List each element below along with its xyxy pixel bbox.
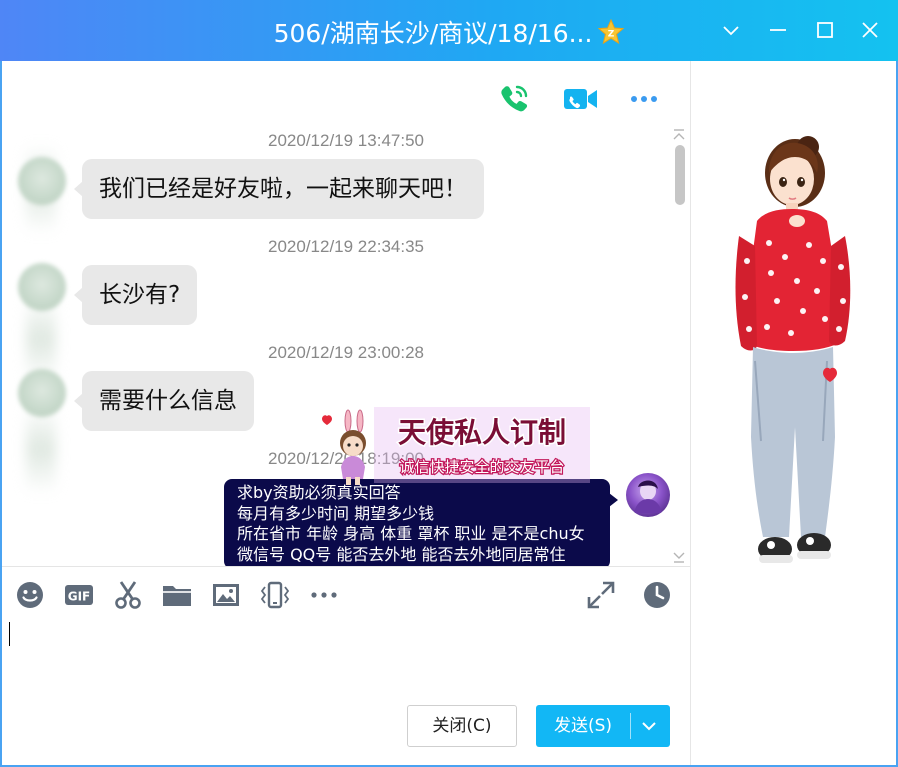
folder-icon[interactable] xyxy=(161,579,193,611)
message-input[interactable] xyxy=(2,617,690,699)
emoji-icon[interactable] xyxy=(14,579,46,611)
text-caret xyxy=(9,622,10,646)
send-button[interactable]: 发送(S) xyxy=(536,705,670,747)
image-icon[interactable] xyxy=(210,579,242,611)
scroll-down-icon[interactable] xyxy=(670,549,688,563)
message-bubble: 需要什么信息 xyxy=(74,371,254,431)
shake-window-icon[interactable] xyxy=(259,579,291,611)
more-options-icon[interactable] xyxy=(626,81,662,117)
scroll-up-icon[interactable] xyxy=(670,127,688,141)
dropdown-chevron-icon[interactable] xyxy=(719,18,743,42)
message-list[interactable]: 2020/12/19 13:47:50 我们已经是好友啦，一起来聊天吧！ 202… xyxy=(2,124,690,566)
self-avatar[interactable] xyxy=(626,473,670,517)
window-title: 506/湖南长沙/商议/18/16... Z xyxy=(0,14,898,50)
phone-call-icon[interactable] xyxy=(496,81,532,117)
star-badge-icon: Z xyxy=(598,18,625,45)
chat-panel: 2020/12/19 13:47:50 我们已经是好友啦，一起来聊天吧！ 202… xyxy=(2,61,690,765)
sent-message-line: 所在省市 年龄 身高 体重 罩杯 职业 是不是chu女 xyxy=(237,524,585,543)
avatar[interactable] xyxy=(18,157,66,205)
message-bubble: 长沙有? xyxy=(73,265,198,325)
message-bubble: 我们已经是好友啦，一起来聊天吧！ xyxy=(74,159,484,219)
profile-show-panel xyxy=(690,61,896,765)
maximize-icon[interactable] xyxy=(813,18,837,42)
ad-banner[interactable]: 天使私人订制 诚信快捷安全的交友平台 xyxy=(322,407,590,487)
send-button-label[interactable]: 发送(S) xyxy=(536,705,630,747)
message-timestamp: 2020/12/19 13:47:50 xyxy=(268,131,424,150)
send-button-separator xyxy=(630,713,631,739)
scrollbar-thumb[interactable] xyxy=(675,145,685,205)
svg-text:Z: Z xyxy=(608,30,615,40)
toolbar-divider xyxy=(2,566,690,567)
window-title-text: 506/湖南长沙/商议/18/16... xyxy=(273,19,593,48)
svg-text:GIF: GIF xyxy=(68,590,91,604)
avatar[interactable] xyxy=(18,369,66,417)
title-bar: 506/湖南长沙/商议/18/16... Z xyxy=(0,0,898,61)
sent-message-line: 每月有多少时间 期望多少钱 xyxy=(237,503,435,523)
scissors-icon[interactable] xyxy=(112,579,144,611)
expand-icon[interactable] xyxy=(585,579,617,611)
ad-subtitle: 诚信快捷安全的交友平台 xyxy=(399,458,564,476)
send-options-chevron-icon[interactable] xyxy=(636,714,662,738)
ad-title: 天使私人订制 xyxy=(398,416,566,449)
avatar[interactable] xyxy=(18,263,66,311)
message-timestamp: 2020/12/19 22:34:35 xyxy=(268,237,424,256)
gif-icon[interactable]: GIF xyxy=(63,579,95,611)
sent-message-line: 微信号 QQ号 能否去外地 能否去外地同居常住 xyxy=(237,544,566,564)
character-illustration xyxy=(735,136,851,563)
minimize-icon[interactable] xyxy=(766,18,790,42)
video-call-icon[interactable] xyxy=(562,81,598,117)
close-button[interactable]: 关闭(C) xyxy=(407,705,517,747)
more-tools-icon[interactable] xyxy=(308,579,340,611)
history-icon[interactable] xyxy=(641,579,673,611)
sent-message-bubble: 求by资助必须真实回答 每月有多少时间 期望多少钱 所在省市 年龄 身高 体重 … xyxy=(224,479,618,566)
close-window-icon[interactable] xyxy=(858,18,882,42)
message-timestamp: 2020/12/19 23:00:28 xyxy=(268,343,424,362)
